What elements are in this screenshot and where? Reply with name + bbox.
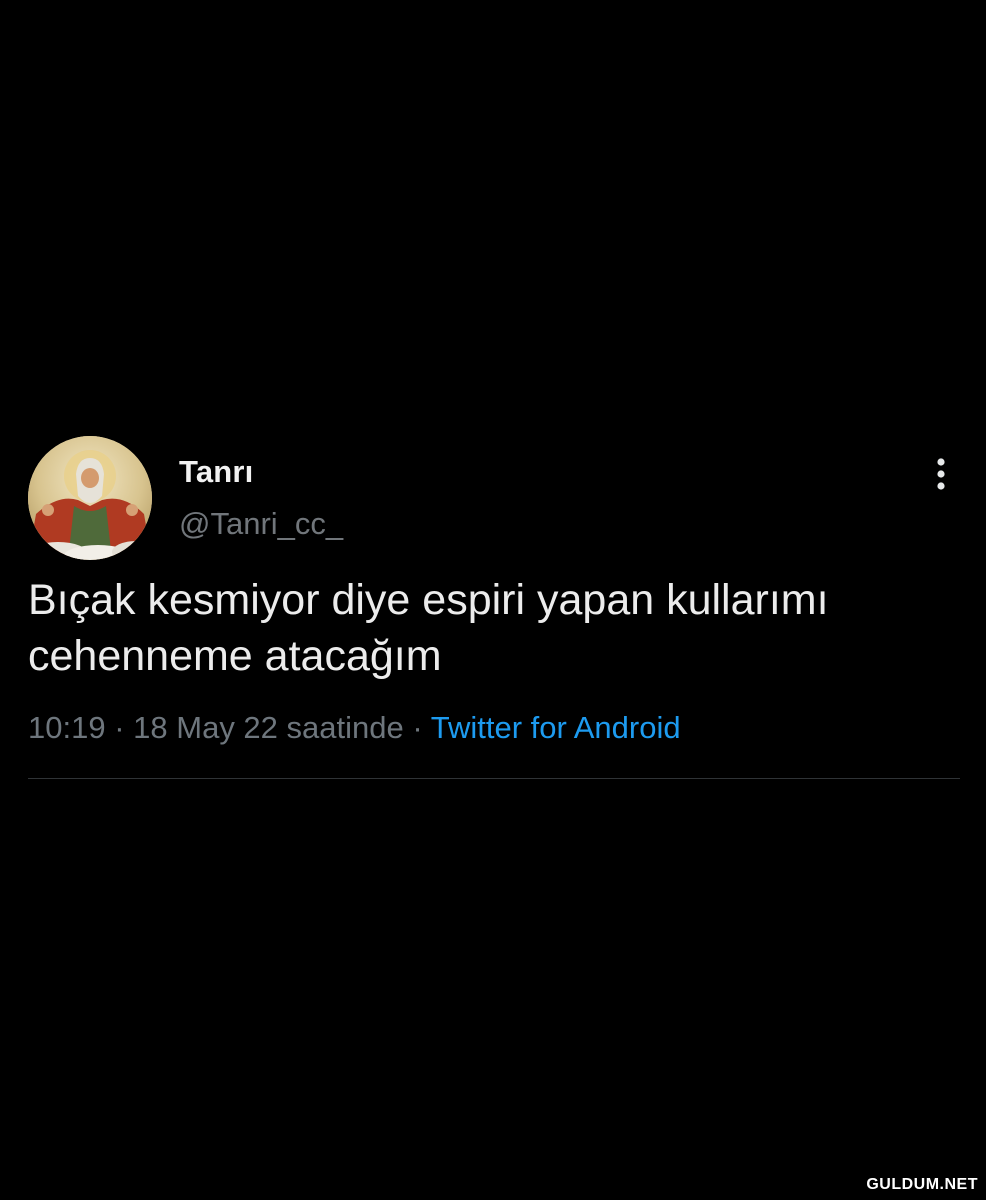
avatar[interactable] [28, 436, 152, 560]
divider [28, 778, 960, 779]
tweet-meta: 10:19 · 18 May 22 saatinde · Twitter for… [28, 710, 681, 746]
author-display-name[interactable]: Tanrı [179, 454, 254, 490]
more-options-button[interactable] [924, 454, 958, 494]
tweet-time[interactable]: 10:19 [28, 710, 106, 745]
more-vertical-icon [937, 458, 945, 490]
meta-separator: · [412, 710, 423, 745]
watermark: GULDUM.NET [866, 1176, 978, 1193]
tweet-source-link[interactable]: Twitter for Android [431, 710, 681, 745]
tweet-text: Bıçak kesmiyor diye espiri yapan kulları… [28, 576, 829, 680]
avatar-image [28, 436, 152, 560]
author-handle[interactable]: @Tanri_cc_ [179, 506, 343, 542]
meta-separator: · [114, 710, 125, 745]
tweet-date[interactable]: 18 May 22 saatinde [133, 710, 404, 745]
